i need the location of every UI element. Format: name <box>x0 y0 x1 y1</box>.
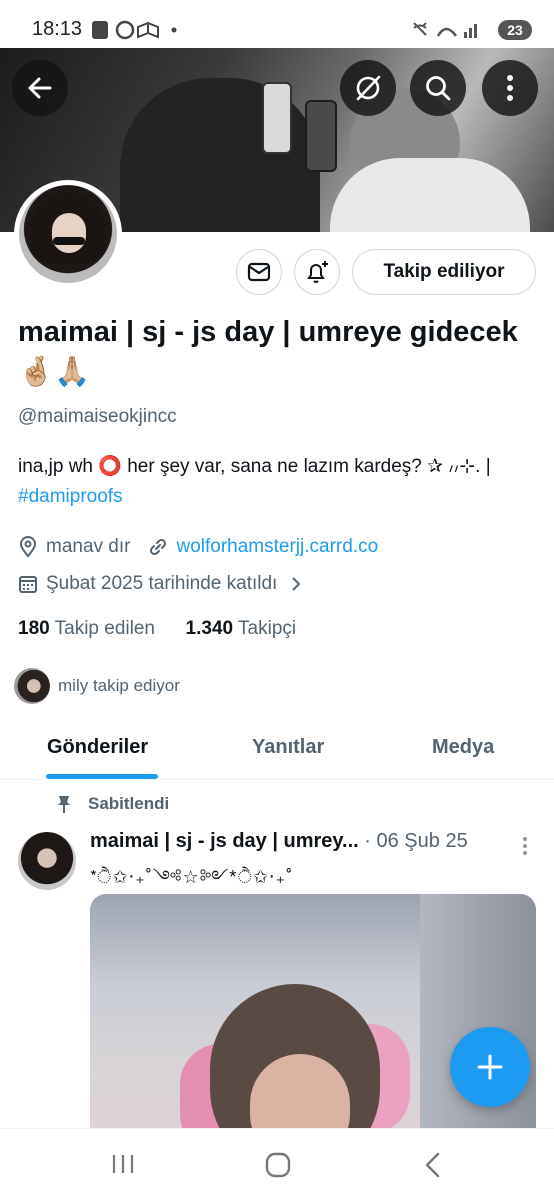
chevron-right-icon <box>292 577 301 591</box>
followers-stat[interactable]: 1.340 Takipçi <box>186 618 297 639</box>
tweet-header: maimai | sj - js day | umrey... · 06 Şub… <box>90 830 468 853</box>
followed-by-text: mily takip ediyor <box>58 676 180 695</box>
bio-text: ina,jp wh ⭕ her şey var, sana ne lazım k… <box>18 456 491 477</box>
tweet-author-avatar[interactable] <box>18 832 76 890</box>
compose-button[interactable] <box>450 1027 530 1107</box>
mail-icon <box>247 262 271 282</box>
joined-row[interactable]: Şubat 2025 tarihinde katıldı <box>18 573 311 595</box>
back-nav-icon[interactable] <box>422 1151 444 1179</box>
profile-tabs: Gönderiler Yanıtlar Medya <box>0 718 554 780</box>
followed-by-row[interactable]: mily takip ediyor <box>14 668 180 704</box>
message-button[interactable] <box>236 249 282 295</box>
followers-label: Takipçi <box>238 618 297 639</box>
tab-replies[interactable]: Yanıtlar <box>252 736 324 759</box>
website-link[interactable]: wolforhamsterjj.carrd.co <box>176 536 378 558</box>
grok-button[interactable] <box>340 60 396 116</box>
search-button[interactable] <box>410 60 466 116</box>
follow-stats: 180 Takip edilen 1.340 Takipçi <box>18 618 296 640</box>
following-button[interactable]: Takip ediliyor <box>352 249 536 295</box>
tab-posts[interactable]: Gönderiler <box>47 736 148 759</box>
home-icon[interactable] <box>264 1151 292 1179</box>
signal-icons <box>413 22 477 38</box>
notification-icons <box>92 20 177 40</box>
active-tab-indicator <box>46 774 158 779</box>
tab-media[interactable]: Medya <box>432 736 494 759</box>
back-arrow-icon <box>28 77 52 99</box>
display-name: maimai | sj - js day | umreye gidecek 🤞🏼… <box>18 316 518 388</box>
notify-button[interactable] <box>294 249 340 295</box>
pin-icon <box>58 796 70 813</box>
bio-hashtag-link[interactable]: #damiproofs <box>18 486 123 507</box>
recent-apps-icon[interactable] <box>110 1151 136 1177</box>
more-vertical-icon <box>507 75 513 101</box>
followers-count: 1.340 <box>185 618 234 639</box>
bio: ina,jp wh ⭕ her şey var, sana ne lazım k… <box>18 452 518 512</box>
following-stat[interactable]: 180 Takip edilen <box>18 618 155 639</box>
location-pin-icon <box>19 536 37 558</box>
bell-plus-icon <box>307 261 328 283</box>
grok-icon <box>356 75 381 101</box>
following-label: Takip edilen <box>54 618 155 639</box>
status-bar: 18:13 23 <box>0 0 554 48</box>
meta-location-website: manav dır wolforhamsterjj.carrd.co <box>18 536 378 558</box>
link-icon <box>150 538 167 556</box>
handle: @maimaiseokjincc <box>18 406 177 427</box>
system-nav-bar <box>0 1128 554 1200</box>
search-icon <box>426 76 451 101</box>
profile-avatar[interactable] <box>14 180 122 288</box>
location: manav dır <box>46 536 131 557</box>
battery-badge: 23 <box>498 20 532 40</box>
tweet-time[interactable]: · 06 Şub 25 <box>364 830 467 852</box>
plus-icon <box>477 1054 503 1080</box>
status-time: 18:13 <box>32 18 83 40</box>
more-button[interactable] <box>482 60 538 116</box>
pinned-label-row: Sabitlendi <box>56 794 169 814</box>
tweet-author-name[interactable]: maimai | sj - js day | umrey... <box>90 830 359 852</box>
joined-date: Şubat 2025 tarihinde katıldı <box>46 573 278 594</box>
tweet-more-icon[interactable] <box>522 836 528 856</box>
following-count: 180 <box>18 618 50 639</box>
pinned-label: Sabitlendi <box>88 794 170 813</box>
calendar-icon <box>19 576 37 593</box>
follower-avatar <box>14 668 50 704</box>
back-button[interactable] <box>12 60 68 116</box>
